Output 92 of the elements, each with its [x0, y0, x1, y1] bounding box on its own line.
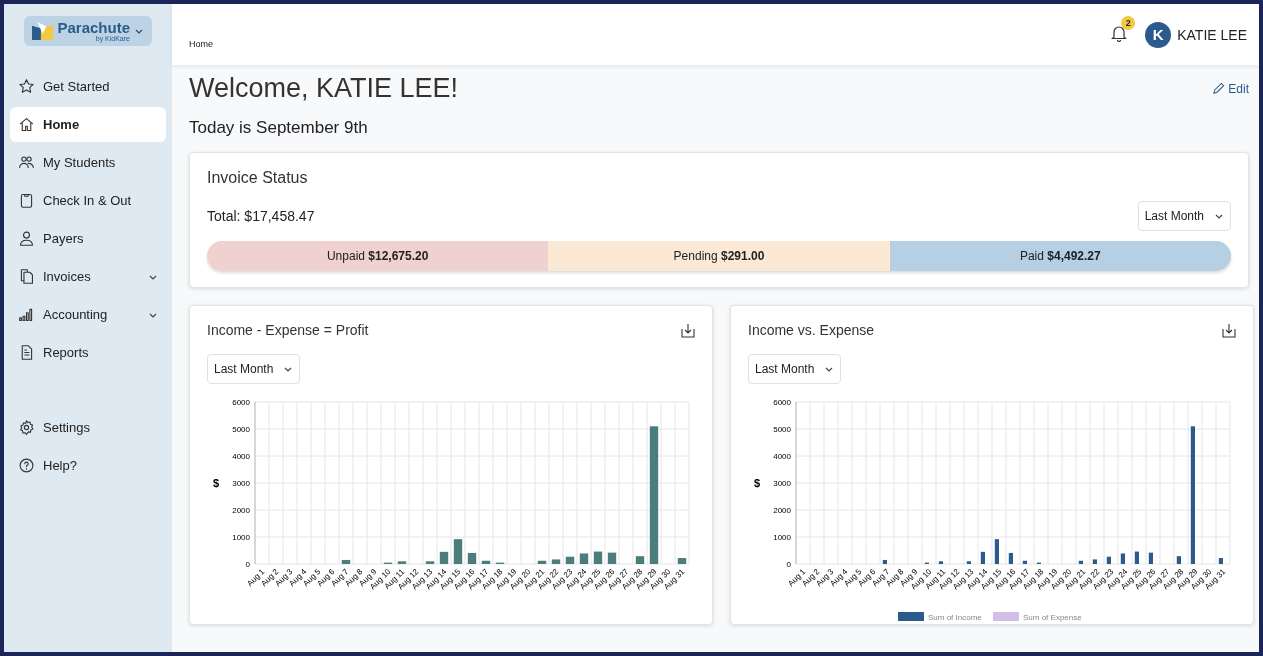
logo-text: Parachute	[57, 20, 130, 35]
axis-tick-label: 1000	[773, 533, 791, 542]
legend-item: Sum of Expense	[993, 612, 1082, 622]
edit-link[interactable]: Edit	[1212, 81, 1249, 96]
date-heading: Today is September 9th	[189, 118, 369, 138]
bar	[579, 553, 589, 564]
axis-tick-label: 2000	[773, 506, 791, 515]
axis-title: $	[754, 477, 761, 489]
bar	[425, 561, 435, 564]
bar	[677, 558, 687, 564]
axis-tick-label: 6000	[232, 398, 250, 407]
axis-tick-label: 4000	[232, 452, 250, 461]
user-name[interactable]: KATIE LEE	[1177, 26, 1247, 43]
breadcrumb[interactable]: Home	[189, 38, 1112, 49]
bar	[938, 561, 943, 564]
axis-tick-label: 3000	[773, 479, 791, 488]
legend-label: Sum of Income	[928, 613, 983, 622]
bar	[593, 551, 603, 564]
help-icon	[18, 457, 35, 474]
bar	[1218, 558, 1223, 564]
card-title: Income - Expense = Profit	[207, 322, 370, 338]
legend-item: Sum of Income	[898, 612, 982, 622]
documents-icon	[18, 268, 35, 285]
bar	[481, 560, 491, 564]
axis-tick-label: 5000	[232, 425, 250, 434]
star-icon	[18, 78, 35, 95]
bar	[453, 539, 463, 564]
sidebar-item[interactable]: Home	[10, 107, 166, 142]
sidebar-item[interactable]: Settings	[10, 410, 166, 445]
people-icon	[18, 154, 35, 171]
bar-chart-icon	[18, 306, 35, 323]
avatar[interactable]: K	[1145, 21, 1172, 48]
axis-tick-label: 0	[786, 560, 791, 569]
bar	[341, 559, 351, 564]
bar	[397, 561, 407, 564]
download-icon[interactable]	[681, 322, 695, 338]
bar	[1078, 560, 1083, 564]
period-dropdown[interactable]: Last Month	[748, 354, 842, 384]
bar	[1148, 552, 1153, 564]
bar	[966, 561, 971, 564]
bar	[980, 551, 985, 564]
download-icon[interactable]	[1222, 322, 1236, 338]
card-title: Invoice Status	[207, 169, 309, 187]
period-dropdown[interactable]: Last Month	[207, 354, 301, 384]
bar	[1120, 553, 1125, 564]
bar	[1176, 556, 1181, 564]
bar	[1022, 560, 1027, 564]
sidebar-item[interactable]: Reports	[10, 335, 166, 370]
status-segment[interactable]: Paid $4,492.27	[889, 241, 1231, 271]
bell-icon[interactable]	[1111, 23, 1128, 42]
bar	[1106, 556, 1111, 564]
bar	[439, 551, 449, 564]
card-title: Income vs. Expense	[748, 322, 876, 338]
bar	[1134, 551, 1139, 564]
sidebar-item[interactable]: Get Started	[10, 69, 166, 104]
bar	[607, 552, 617, 564]
bar	[635, 556, 645, 564]
axis-tick-label: 6000	[773, 398, 791, 407]
bar	[882, 559, 887, 564]
sidebar-item[interactable]: Payers	[10, 221, 166, 256]
bar	[551, 559, 561, 564]
status-segment[interactable]: Unpaid $12,675.20	[207, 241, 549, 271]
clipboard-icon	[18, 192, 35, 209]
bar	[565, 556, 575, 564]
axis-tick-label: 5000	[773, 425, 791, 434]
bar	[467, 552, 477, 564]
person-icon	[18, 230, 35, 247]
axis-tick-label: 0	[245, 560, 250, 569]
axis-tick-label: 1000	[232, 533, 250, 542]
axis-tick-label: 2000	[232, 506, 250, 515]
legend-label: Sum of Expense	[1023, 613, 1083, 622]
sidebar-item[interactable]: Invoices	[10, 259, 166, 294]
logo-mark-icon	[32, 21, 54, 41]
sidebar-item[interactable]: Check In & Out	[10, 183, 166, 218]
bar	[1092, 559, 1097, 564]
notification-badge: 2	[1121, 15, 1136, 30]
bar	[537, 560, 547, 564]
status-segment[interactable]: Pending $291.00	[548, 241, 890, 271]
bar	[994, 539, 999, 564]
period-dropdown[interactable]: Last Month	[1137, 201, 1231, 231]
sidebar-item[interactable]: My Students	[10, 145, 166, 180]
axis-title: $	[213, 477, 220, 489]
page-title: Welcome, KATIE LEE!	[189, 73, 460, 104]
axis-tick-label: 4000	[773, 452, 791, 461]
axis-tick-label: 3000	[232, 479, 250, 488]
total-amount: Total: $17,458.47	[207, 208, 316, 224]
pencil-icon	[1212, 82, 1226, 95]
settings-icon	[18, 419, 35, 436]
sidebar-item[interactable]: Help?	[10, 448, 166, 483]
home-icon	[18, 116, 35, 133]
bar	[1008, 552, 1013, 564]
sidebar-item[interactable]: Accounting	[10, 297, 166, 332]
